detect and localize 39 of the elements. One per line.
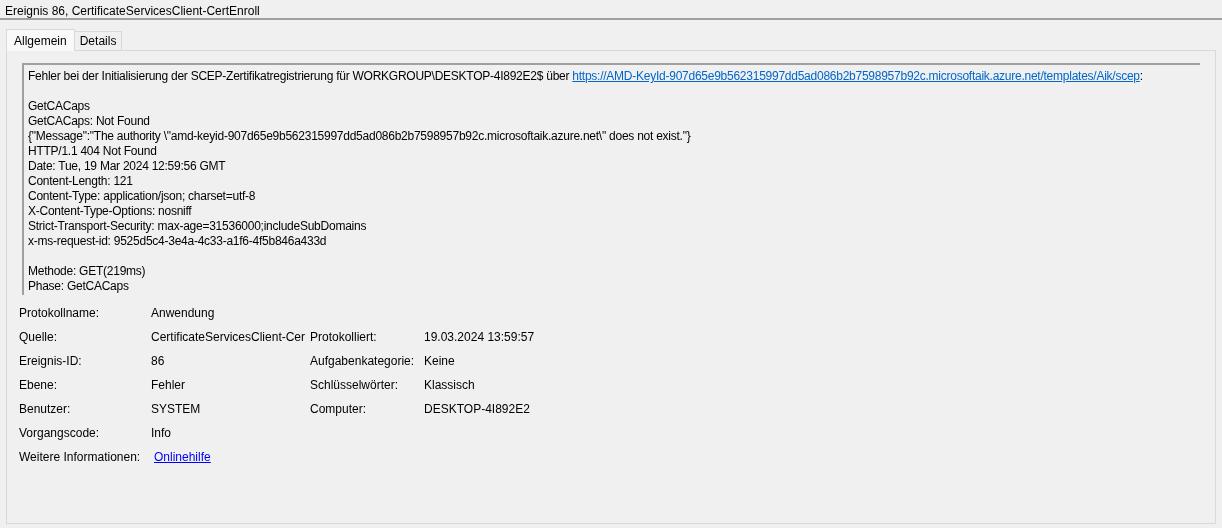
message-line: Strict-Transport-Security: max-age=31536000;includeSubDomains bbox=[28, 219, 367, 234]
property-label: Weitere Informationen: bbox=[19, 449, 142, 466]
property-label: Protokollname: bbox=[19, 305, 101, 322]
message-line: Phase: GetCACaps bbox=[28, 279, 129, 294]
message-line: Date: Tue, 19 Mar 2024 12:59:56 GMT bbox=[28, 159, 226, 174]
message-line: x-ms-request-id: 9525d5c4-3e4a-4c33-a1f6-4f5b846a433d bbox=[28, 234, 327, 249]
property-label: Ereignis-ID: bbox=[19, 353, 83, 370]
property-value: Fehler bbox=[151, 378, 185, 392]
message-line: Methode: GET(219ms) bbox=[28, 264, 146, 279]
message-line: Content-Length: 121 bbox=[28, 174, 133, 189]
property-label: Aufgabenkategorie: bbox=[310, 353, 416, 370]
tab[interactable]: Details bbox=[74, 31, 123, 50]
property-label: Quelle: bbox=[19, 329, 59, 346]
property-value: Klassisch bbox=[424, 377, 475, 394]
property-value: Info bbox=[151, 426, 171, 440]
property-label: Ebene: bbox=[19, 377, 59, 394]
property-value: CertificateServicesClient-Cer bbox=[151, 330, 306, 344]
scep-url-link[interactable]: https://AMD-KeyId-907d65e9b562315997dd5ad086b2b7598957b92c.microsoftaik.azure.net/templates/Aik/scep bbox=[572, 69, 1140, 83]
message-line: HTTP/1.1 404 Not Found bbox=[28, 144, 157, 159]
property-value: Anwendung bbox=[151, 306, 215, 320]
message-line: X-Content-Type-Options: nosniff bbox=[28, 204, 192, 219]
property-value: 86 bbox=[151, 354, 165, 368]
message-line: GetCACaps bbox=[28, 99, 90, 114]
property-value: Keine bbox=[424, 353, 455, 370]
message-text: Fehler bei der Initialisierung der SCEP-Zertifikatregistrierung für WORKGROUP\DESKTOP-4I892E2$ über https://AMD-KeyId-907d65e9b562315997dd5ad086b2b7598957b92c.microsoftaik.azure.net/templates/Aik/scep: bbox=[28, 69, 1144, 84]
property-label: Protokolliert: bbox=[310, 329, 378, 346]
window-title: Ereignis 86, CertificateServicesClient-CertEnroll bbox=[0, 0, 1222, 20]
property-value: DESKTOP-4I892E2 bbox=[424, 401, 530, 418]
property-label: Schlüsselwörter: bbox=[310, 377, 400, 394]
help-link[interactable]: Onlinehilfe bbox=[154, 450, 211, 464]
property-value: 19.03.2024 13:59:57 bbox=[424, 329, 535, 346]
message-line: {"Message":"The authority \"amd-keyid-907d65e9b562315997dd5ad086b2b7598957b92c.microsoftaik.azure.net\" does not exist."} bbox=[28, 129, 691, 144]
message-line: Content-Type: application/json; charset=utf-8 bbox=[28, 189, 256, 204]
property-label: Vorgangscode: bbox=[19, 425, 101, 442]
tab[interactable]: Allgemein bbox=[6, 29, 75, 51]
message-line: GetCACaps: Not Found bbox=[28, 114, 150, 129]
property-label: Computer: bbox=[310, 401, 368, 418]
property-value: SYSTEM bbox=[151, 402, 201, 416]
property-label: Benutzer: bbox=[19, 401, 72, 418]
